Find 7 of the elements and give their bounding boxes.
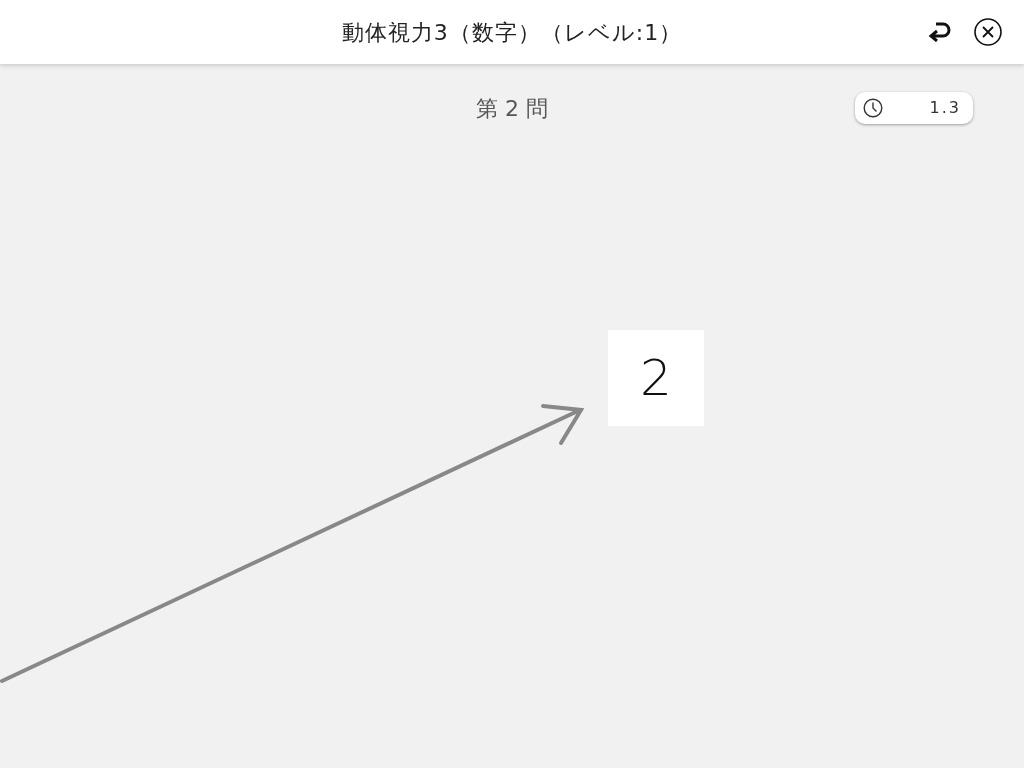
question-number: 第 2 問 bbox=[476, 95, 548, 123]
back-icon[interactable] bbox=[928, 22, 952, 42]
stimulus-digit: 2 bbox=[640, 353, 672, 403]
clock-icon bbox=[863, 98, 883, 118]
timer-reading: 1.3 bbox=[929, 97, 961, 119]
close-icon[interactable] bbox=[974, 18, 1002, 46]
window-title: 動体視力3（数字）（レベル:1） bbox=[341, 18, 683, 47]
